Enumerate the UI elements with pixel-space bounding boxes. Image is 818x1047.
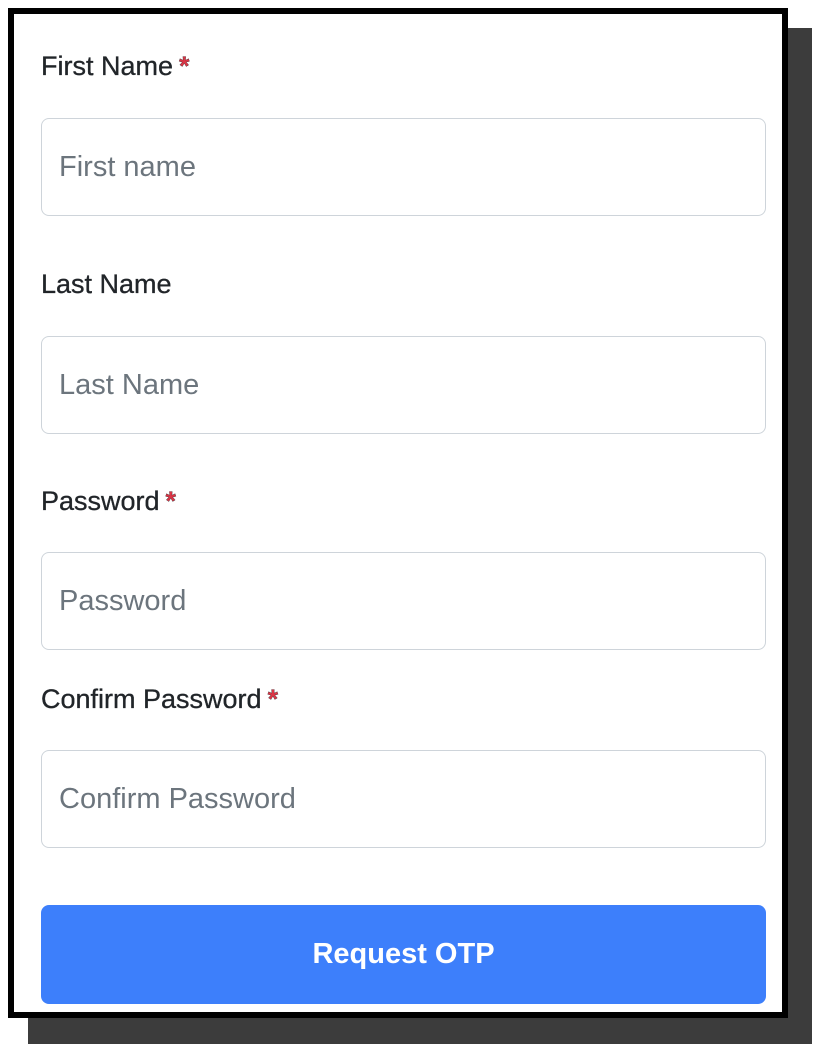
confirm-password-label: Confirm Password * xyxy=(41,684,278,715)
password-input[interactable] xyxy=(41,552,766,650)
first-name-label-text: First Name xyxy=(41,51,174,81)
first-name-label: First Name * xyxy=(41,51,190,82)
request-otp-button[interactable]: Request OTP xyxy=(41,905,766,1004)
required-asterisk: * xyxy=(179,51,190,81)
first-name-input[interactable] xyxy=(41,118,766,216)
last-name-label: Last Name xyxy=(41,269,172,300)
password-label: Password * xyxy=(41,486,176,517)
password-label-text: Password xyxy=(41,486,160,516)
last-name-input[interactable] xyxy=(41,336,766,434)
required-asterisk: * xyxy=(165,486,177,516)
confirm-password-label-text: Confirm Password xyxy=(41,684,262,714)
required-asterisk: * xyxy=(267,684,279,714)
signup-form-card: First Name* Last Name Password* Confirm … xyxy=(8,8,788,1018)
last-name-label-text: Last Name xyxy=(41,269,172,299)
confirm-password-input[interactable] xyxy=(41,750,766,848)
